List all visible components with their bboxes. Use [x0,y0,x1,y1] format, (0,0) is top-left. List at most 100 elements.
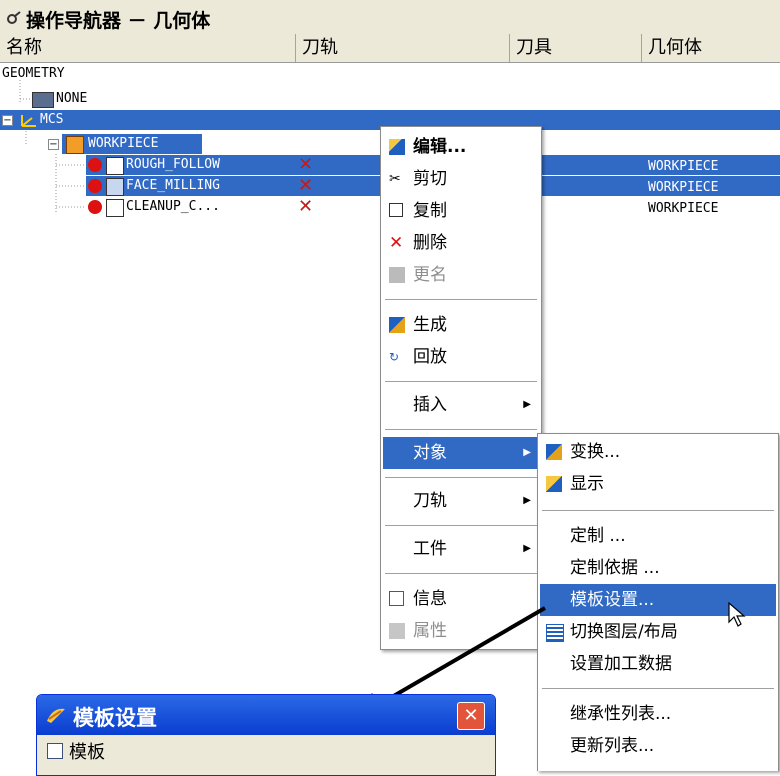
op-name: FACE_MILLING [126,178,220,193]
template-checkbox-label: 模板 [69,742,105,763]
op-name: CLEANUP_C... [126,199,220,214]
submenu-item-template-settings-label: 模板设置... [570,590,655,610]
column-header: 名称 刀轨 刀具 几何体 [0,34,780,63]
submenu-item-customize-basis[interactable]: 定制依据 ... [540,552,776,584]
no-toolpath-icon [88,179,102,193]
menu-item-toolpath[interactable]: 刀轨 ▶ [383,485,539,517]
menu-item-workpiece-label: 工件 [413,539,447,559]
menu-separator [385,477,537,478]
toolpath-missing-icon: ✕ [298,175,314,196]
toolpath-missing-icon: ✕ [298,196,314,217]
column-tool[interactable]: 刀具 [510,34,642,62]
op-geometry: WORKPIECE [648,201,719,216]
collapse-toggle-icon[interactable]: − [48,139,59,150]
menu-item-edit[interactable]: 编辑... [383,131,539,163]
op-geometry: WORKPIECE [648,159,719,174]
collapse-toggle-icon[interactable]: − [2,115,13,126]
dialog-title: 模板设置 [73,706,157,730]
menu-separator [385,573,537,574]
submenu-item-customize[interactable]: 定制 ... [540,520,776,552]
toolpath-missing-icon: ✕ [298,154,314,175]
column-name[interactable]: 名称 [0,34,296,62]
tree-node-mcs-label: MCS [40,112,64,127]
op-geometry: WORKPIECE [648,180,719,195]
menu-item-delete[interactable]: ✕ 删除 [383,227,539,259]
menu-item-copy-label: 复制 [413,201,447,221]
submenu-arrow-icon: ▶ [523,447,531,458]
tree-op-row[interactable]: CLEANUP_C... [86,197,291,217]
tree-node-workpiece-label: WORKPIECE [88,136,159,151]
menu-item-object-label: 对象 [413,443,447,463]
template-settings-dialog: 模板设置 ✕ 模板 [36,694,496,776]
menu-item-replay-label: 回放 [413,347,447,367]
tree-op-row[interactable]: FACE_MILLING [86,176,291,196]
cut-icon: ✂ [389,171,401,187]
tree-node-workpiece[interactable]: − WORKPIECE [48,134,202,154]
menu-item-insert[interactable]: 插入 ▶ [383,389,539,421]
submenu-item-customize-label: 定制 ... [570,526,626,546]
operation-icon [106,199,124,217]
copy-icon [389,203,403,217]
menu-separator [385,381,537,382]
tree-op-row[interactable]: ROUGH_FOLLOW [86,155,291,175]
menu-item-replay[interactable]: ↻ 回放 [383,341,539,373]
menu-item-toolpath-label: 刀轨 [413,491,447,511]
template-checkbox[interactable] [47,743,63,759]
info-icon [389,591,404,606]
submenu-item-update-list-label: 更新列表... [570,736,655,756]
submenu-item-display[interactable]: 显示 [540,468,776,500]
submenu-arrow-icon: ▶ [523,399,531,410]
submenu-item-inheritance-list-label: 继承性列表... [570,704,672,724]
operation-icon [106,157,124,175]
submenu-item-transform[interactable]: 变换... [540,436,776,468]
menu-separator [542,688,774,689]
submenu-item-transform-label: 变换... [570,442,621,462]
rename-icon [389,267,405,283]
menu-item-delete-label: 删除 [413,233,447,253]
menu-item-cut[interactable]: ✂ 剪切 [383,163,539,195]
edit-icon [389,139,405,155]
no-toolpath-icon [88,200,102,214]
operation-icon [106,178,124,196]
menu-separator [385,525,537,526]
delete-icon: ✕ [389,233,404,253]
template-icon [47,708,65,723]
submenu-item-customize-basis-label: 定制依据 ... [570,558,660,578]
submenu-arrow-icon: ▶ [523,543,531,554]
display-icon [546,476,562,492]
navigator-title: 操作导航器 － 几何体 [26,10,211,32]
menu-item-edit-label: 编辑... [413,137,467,157]
close-button[interactable]: ✕ [457,702,485,730]
navigator-icon [7,11,21,24]
no-toolpath-icon [88,158,102,172]
menu-item-insert-label: 插入 [413,395,447,415]
column-toolpath[interactable]: 刀轨 [296,34,510,62]
menu-item-generate[interactable]: 生成 [383,309,539,341]
menu-item-object[interactable]: 对象 ▶ [383,437,539,469]
menu-separator [385,299,537,300]
menu-item-copy[interactable]: 复制 [383,195,539,227]
tree-node-none[interactable]: NONE [32,89,152,109]
generate-icon [389,317,405,333]
menu-item-workpiece[interactable]: 工件 ▶ [383,533,539,565]
menu-separator [385,429,537,430]
submenu-item-set-machining-data[interactable]: 设置加工数据 [540,648,776,680]
menu-item-rename[interactable]: 更名 [383,259,539,291]
mouse-cursor-icon [728,602,746,627]
op-name: ROUGH_FOLLOW [126,157,220,172]
dialog-title-bar[interactable]: 模板设置 ✕ [37,695,495,735]
coordinate-system-icon [21,115,36,127]
replay-icon: ↻ [389,350,400,364]
tree-root-label: GEOMETRY [2,66,65,81]
submenu-item-inheritance-list[interactable]: 继承性列表... [540,698,776,730]
tree-node-none-label: NONE [56,91,88,106]
submenu-item-switch-layer-label: 切换图层/布局 [570,622,678,642]
menu-item-cut-label: 剪切 [413,169,447,189]
submenu-arrow-icon: ▶ [523,495,531,506]
menu-item-generate-label: 生成 [413,315,447,335]
column-geometry[interactable]: 几何体 [642,34,780,62]
context-menu: 编辑... ✂ 剪切 复制 ✕ 删除 更名 生成 ↻ 回放 插入 ▶ 对象 ▶ … [380,126,542,650]
workpiece-icon [66,136,84,154]
transform-icon [546,444,562,460]
submenu-item-update-list[interactable]: 更新列表... [540,730,776,762]
